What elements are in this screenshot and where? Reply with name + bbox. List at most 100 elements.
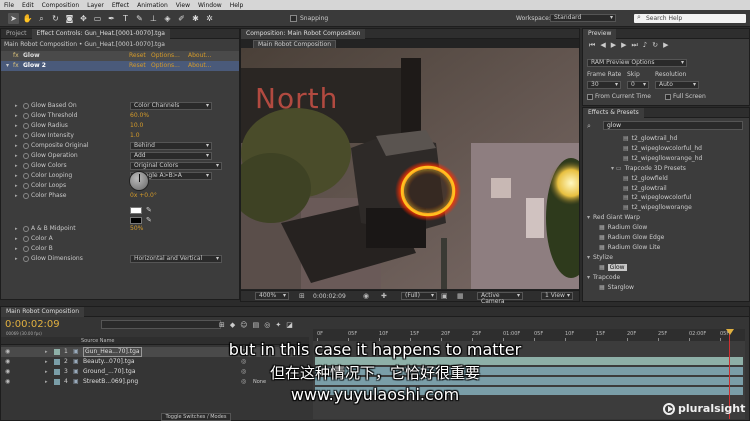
- loop-icon[interactable]: ↻: [652, 41, 663, 49]
- channel-icon[interactable]: ✚: [381, 291, 387, 302]
- eyedropper-icon[interactable]: ✎: [146, 217, 152, 224]
- effects-list-item[interactable]: ▦ Radium Glow: [599, 223, 647, 232]
- menu-item[interactable]: View: [172, 2, 194, 9]
- zoom-dropdown[interactable]: 400%: [255, 292, 289, 300]
- audio-icon[interactable]: ♪: [643, 41, 652, 49]
- expand-arrow-icon[interactable]: ▸: [15, 111, 18, 121]
- ram-preview-icon[interactable]: ▶: [663, 41, 673, 49]
- hand-tool-icon[interactable]: ✋: [22, 13, 33, 24]
- reset-link[interactable]: Reset: [129, 61, 146, 71]
- resolution-dropdown[interactable]: (Full): [401, 292, 437, 300]
- expand-arrow-icon[interactable]: ▾: [6, 61, 9, 71]
- draft-3d-icon[interactable]: ◆: [230, 321, 240, 329]
- expand-arrow-icon[interactable]: ▸: [15, 151, 18, 161]
- effects-list-item[interactable]: ▤ t2_wipeglloworange_hd: [623, 154, 702, 163]
- expand-arrow-icon[interactable]: ▸: [15, 101, 18, 111]
- toggle-switches-modes-button[interactable]: Toggle Switches / Modes: [161, 413, 231, 421]
- frame-blending-icon[interactable]: ▤: [253, 321, 265, 329]
- options-link[interactable]: Options...: [151, 61, 180, 71]
- stopwatch-icon[interactable]: [23, 193, 29, 199]
- property-value[interactable]: 50%: [130, 224, 143, 234]
- color-b-swatch[interactable]: [130, 217, 142, 224]
- property-dropdown[interactable]: Color Channels: [130, 102, 212, 110]
- puppet-tool-icon[interactable]: ✱: [190, 13, 201, 24]
- about-link[interactable]: About...: [188, 51, 211, 61]
- puppet-starch-icon[interactable]: ✲: [204, 13, 215, 24]
- graph-editor-icon[interactable]: ◪: [286, 321, 298, 329]
- brainstorm-icon[interactable]: ✦: [275, 321, 286, 329]
- stopwatch-icon[interactable]: [23, 123, 29, 129]
- pen-tool-icon[interactable]: ✒: [106, 13, 117, 24]
- view-layout-dropdown[interactable]: 1 View: [541, 292, 573, 300]
- effects-list-item[interactable]: ▾ Trapcode: [587, 273, 620, 282]
- effect-header-glow[interactable]: fx Glow Reset Options... About...: [1, 51, 239, 61]
- stopwatch-icon[interactable]: [23, 173, 29, 179]
- motion-blur-icon[interactable]: ◎: [264, 321, 275, 329]
- from-current-time-checkbox[interactable]: [587, 94, 593, 100]
- last-frame-icon[interactable]: ⏭: [631, 41, 642, 49]
- effects-list-item[interactable]: ▤ t2_glowfield: [623, 174, 668, 183]
- grid-icon[interactable]: ⊞: [299, 291, 305, 302]
- menu-item[interactable]: Animation: [133, 2, 172, 9]
- expand-arrow-icon[interactable]: ▸: [15, 141, 18, 151]
- effects-list-item[interactable]: ▾ Stylize: [587, 253, 613, 262]
- effects-list-item[interactable]: ▦ Radium Glow Lite: [599, 243, 660, 252]
- stopwatch-icon[interactable]: [23, 133, 29, 139]
- property-value[interactable]: 10.0: [130, 121, 143, 131]
- selection-tool-icon[interactable]: ➤: [8, 13, 19, 24]
- search-help-input[interactable]: Search Help: [634, 14, 746, 23]
- color-a-swatch[interactable]: [130, 207, 142, 214]
- tab-composition[interactable]: Composition: Main Robot Composition: [241, 28, 366, 39]
- snapping-checkbox[interactable]: [290, 15, 297, 22]
- expand-arrow-icon[interactable]: ▸: [15, 244, 18, 254]
- effects-list-item[interactable]: ▦ Starglow: [599, 283, 634, 292]
- property-dropdown[interactable]: Horizontal and Vertical: [130, 255, 222, 263]
- next-frame-icon[interactable]: ▶: [621, 41, 631, 49]
- expand-arrow-icon[interactable]: ▸: [15, 191, 18, 201]
- effects-list-item[interactable]: ▾ ▭ Trapcode 3D Presets: [611, 164, 686, 173]
- ram-preview-options-dropdown[interactable]: RAM Preview Options: [587, 59, 687, 67]
- stopwatch-icon[interactable]: [23, 183, 29, 189]
- expand-arrow-icon[interactable]: ▸: [15, 254, 18, 264]
- property-value[interactable]: 0x +0.0°: [130, 191, 157, 201]
- stopwatch-icon[interactable]: [23, 103, 29, 109]
- expand-arrow-icon[interactable]: ▸: [15, 121, 18, 131]
- stopwatch-icon[interactable]: [23, 236, 29, 242]
- property-value[interactable]: 1.0: [130, 131, 140, 141]
- menu-item[interactable]: Composition: [38, 2, 83, 9]
- tab-effects-presets[interactable]: Effects & Presets: [583, 107, 644, 118]
- camera-dropdown[interactable]: Active Camera: [477, 292, 523, 305]
- previous-frame-icon[interactable]: ◀: [600, 41, 610, 49]
- expand-arrow-icon[interactable]: ▸: [15, 131, 18, 141]
- property-dropdown[interactable]: Add: [130, 152, 212, 160]
- tab-project[interactable]: Project: [1, 29, 32, 39]
- menu-item[interactable]: Layer: [83, 2, 108, 9]
- composition-viewer[interactable]: North: [241, 48, 579, 289]
- stopwatch-icon[interactable]: [23, 113, 29, 119]
- zoom-tool-icon[interactable]: ⌕: [36, 13, 47, 24]
- timecode-display[interactable]: 0:00:02:09: [313, 291, 346, 302]
- effects-list-item[interactable]: ▤ t2_wipeglowcolorful_hd: [623, 144, 702, 153]
- stopwatch-icon[interactable]: [23, 226, 29, 232]
- effects-list-item[interactable]: ▾ Red Giant Warp: [587, 213, 640, 222]
- effects-list-item[interactable]: ▤ t2_glowtrail_hd: [623, 134, 677, 143]
- tab-effect-controls[interactable]: Effect Controls: Gun_Heat.[0001-0070].tg…: [31, 28, 170, 39]
- property-value[interactable]: 60.0%: [130, 111, 149, 121]
- stopwatch-icon[interactable]: [23, 143, 29, 149]
- expand-arrow-icon[interactable]: ▸: [15, 161, 18, 171]
- property-dropdown[interactable]: Behind: [130, 142, 212, 150]
- snapshot-icon[interactable]: ◉: [363, 291, 369, 302]
- clone-stamp-tool-icon[interactable]: ⊥: [148, 13, 159, 24]
- first-frame-icon[interactable]: ⏮: [589, 41, 600, 49]
- eyedropper-icon[interactable]: ✎: [146, 207, 152, 214]
- menu-item[interactable]: File: [0, 2, 18, 9]
- menu-item[interactable]: Window: [194, 2, 226, 9]
- camera-tool-icon[interactable]: ◙: [64, 13, 75, 24]
- expand-arrow-icon[interactable]: ▸: [15, 234, 18, 244]
- timeline-timecode[interactable]: 0:00:02:09: [5, 319, 60, 330]
- type-tool-icon[interactable]: T: [120, 13, 131, 24]
- roto-brush-tool-icon[interactable]: ✐: [176, 13, 187, 24]
- eraser-tool-icon[interactable]: ◈: [162, 13, 173, 24]
- reset-link[interactable]: Reset: [129, 51, 146, 61]
- menu-item[interactable]: Edit: [18, 2, 38, 9]
